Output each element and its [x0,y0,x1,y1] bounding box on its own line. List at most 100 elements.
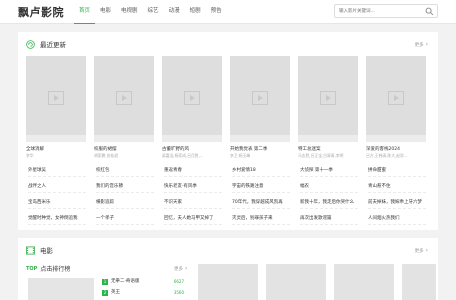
nav-item-home[interactable]: 首页 [74,0,96,24]
recent-more-link[interactable]: 更多 › [415,41,428,48]
title-link[interactable]: 青山惹不住 [368,181,426,193]
title-link[interactable]: 宇宙的铁路注意 [232,181,290,193]
title-link[interactable]: 回忆，夫人她马甲又掉了 [164,213,222,225]
poster-caption-bar [162,135,222,142]
poster-caption-bar [26,135,86,142]
title-link[interactable]: 拼命甜蜜 [368,165,426,177]
rank-score: 6627 [173,279,184,284]
rank-item[interactable]: 2 英王 3560 [102,288,184,298]
card-title[interactable]: 全球消解 [26,146,86,152]
poster-card[interactable]: 校服的裙摆 胡家鹏,张桂斌 [94,56,154,159]
card-title[interactable]: 特工总迷案 [298,146,358,152]
poster-image[interactable] [26,56,86,142]
nav-item-variety[interactable]: 综艺 [143,0,164,24]
title-link[interactable]: 一个孝子 [96,213,154,225]
card-title[interactable]: 开始我觉表 第二季 [230,146,290,152]
search-input[interactable] [339,7,419,16]
title-link[interactable]: 70年代，我穿越成风凯再 [232,197,290,209]
movie-more-link[interactable]: 更多 › [415,247,428,254]
nav-item-trailers[interactable]: 预告 [206,0,227,24]
title-link[interactable]: 我们的音乐節 [96,181,154,193]
card-cast: 胡家鹏,张桂斌 [94,153,118,158]
poster-caption-bar [298,135,358,142]
poster-card[interactable]: 古董旷野的风 梁嘉浩,杨家成,吕月胜,... [162,56,222,159]
movie-more-label: 更多 [414,249,424,254]
play-icon [252,91,268,105]
rank-name: 无拳二·奇语版 [111,279,140,284]
title-link[interactable]: 重返青春 [164,165,222,177]
card-title[interactable]: 深爱的客栈2024 [366,146,426,152]
title-link[interactable]: 人间烟火热我们 [368,213,426,225]
recent-title: 最近更新 [40,41,66,49]
title-link[interactable]: 灭灵后，别罪孩子来 [232,213,290,225]
chevron-right-icon: › [185,265,188,272]
title-link[interactable]: 校红包 [96,165,154,177]
title-link[interactable]: 觉醒时种觉，女神倒追我 [28,213,86,225]
card-cast: 马志胜,吕正宝,白翠青,李明 [298,153,344,158]
title-link[interactable]: 前夫掉妹，我嫁乖上牙六梦 [368,197,426,209]
poster-caption-bar [94,135,154,142]
refresh-icon [26,39,35,49]
title-link[interactable]: 横影追踪 [96,197,154,209]
top-header: 飘卢影院 首页 电影 电视剧 综艺 动漫 短剧 预告 [0,0,456,24]
rank-score: 3560 [173,290,184,295]
search-box [334,4,438,18]
title-link[interactable]: 大侦探 第十一季 [300,165,358,177]
recent-header: 最近更新 [26,39,66,49]
rank-number: 1 [102,279,108,285]
nav-item-movies[interactable]: 电影 [95,0,116,24]
card-cast: 梁嘉浩,杨家成,吕月胜,... [162,153,204,158]
poster-image[interactable] [230,56,290,142]
poster-caption-bar [230,135,290,142]
card-cast: 李华 [26,153,34,158]
movie-header: 电影 [26,245,53,255]
nav-item-anime[interactable]: 动漫 [164,0,185,24]
card-cast: 吕方,王韩清,陈大,赵欣... [366,153,408,158]
poster-caption-bar [366,135,426,142]
chevron-right-icon: › [425,41,428,48]
poster-card[interactable]: 开始我觉表 第二季 李卫,杨玉峰 [230,56,290,159]
title-link[interactable]: 战伴之人 [28,181,86,193]
title-link[interactable]: 外星球吴 [28,165,86,177]
title-link[interactable]: 不识天家 [164,197,222,209]
nav-item-shorts[interactable]: 短剧 [185,0,206,24]
recent-updates-panel: 最近更新 更多 › 全球消解 李华 校服的裙摆 胡家鹏,张桂斌 古董旷野的风 梁嘉… [18,32,438,230]
poster-image[interactable] [298,56,358,142]
site-logo[interactable]: 飘卢影院 [18,4,64,20]
play-icon [116,91,132,105]
title-link[interactable]: 乡村爱情18 [232,165,290,177]
title-link[interactable]: 快乐老友·有风季 [164,181,222,193]
poster-image[interactable] [94,56,154,142]
recent-more-label: 更多 [414,43,424,48]
chevron-right-icon: › [425,247,428,254]
poster-image[interactable] [366,56,426,142]
play-icon [320,91,336,105]
rank-more-link[interactable]: 更多 › [174,265,187,272]
rank-number: 2 [102,290,108,296]
poster-card[interactable]: 特工总迷案 马志胜,吕正宝,白翠青,李明 [298,56,358,159]
card-title[interactable]: 古董旷野的风 [162,146,222,152]
movie-title: 电影 [40,247,53,255]
movie-poster[interactable] [198,264,258,300]
poster-card[interactable]: 深爱的客栈2024 吕方,王韩清,陈大,赵欣... [366,56,426,159]
rank-top-tag: TOP [26,265,38,272]
rank-thumbnail[interactable] [28,278,94,300]
movie-poster[interactable] [266,264,326,300]
nav-item-tv[interactable]: 电视剧 [116,0,143,24]
title-link[interactable]: 幅农 [300,181,358,193]
title-link[interactable]: 宝岛西米乐 [28,197,86,209]
movie-poster[interactable] [334,264,394,300]
title-link[interactable]: 再次出发歌谣篇 [300,213,358,225]
search-icon[interactable] [425,7,434,16]
rank-item[interactable]: 1 无拳二·奇语版 6627 [102,277,184,287]
poster-image[interactable] [162,56,222,142]
movie-poster[interactable] [402,264,436,300]
play-icon [184,91,200,105]
card-cast: 李卫,杨玉峰 [230,153,251,158]
play-icon [48,91,64,105]
main-nav: 首页 电影 电视剧 综艺 动漫 短剧 预告 [74,0,227,24]
card-title[interactable]: 校服的裙摆 [94,146,154,152]
title-link[interactable]: 新我十年，我走后你哭什么 [300,197,358,209]
rank-header: TOP 点击排行榜 [26,264,70,274]
poster-card[interactable]: 全球消解 李华 [26,56,86,159]
